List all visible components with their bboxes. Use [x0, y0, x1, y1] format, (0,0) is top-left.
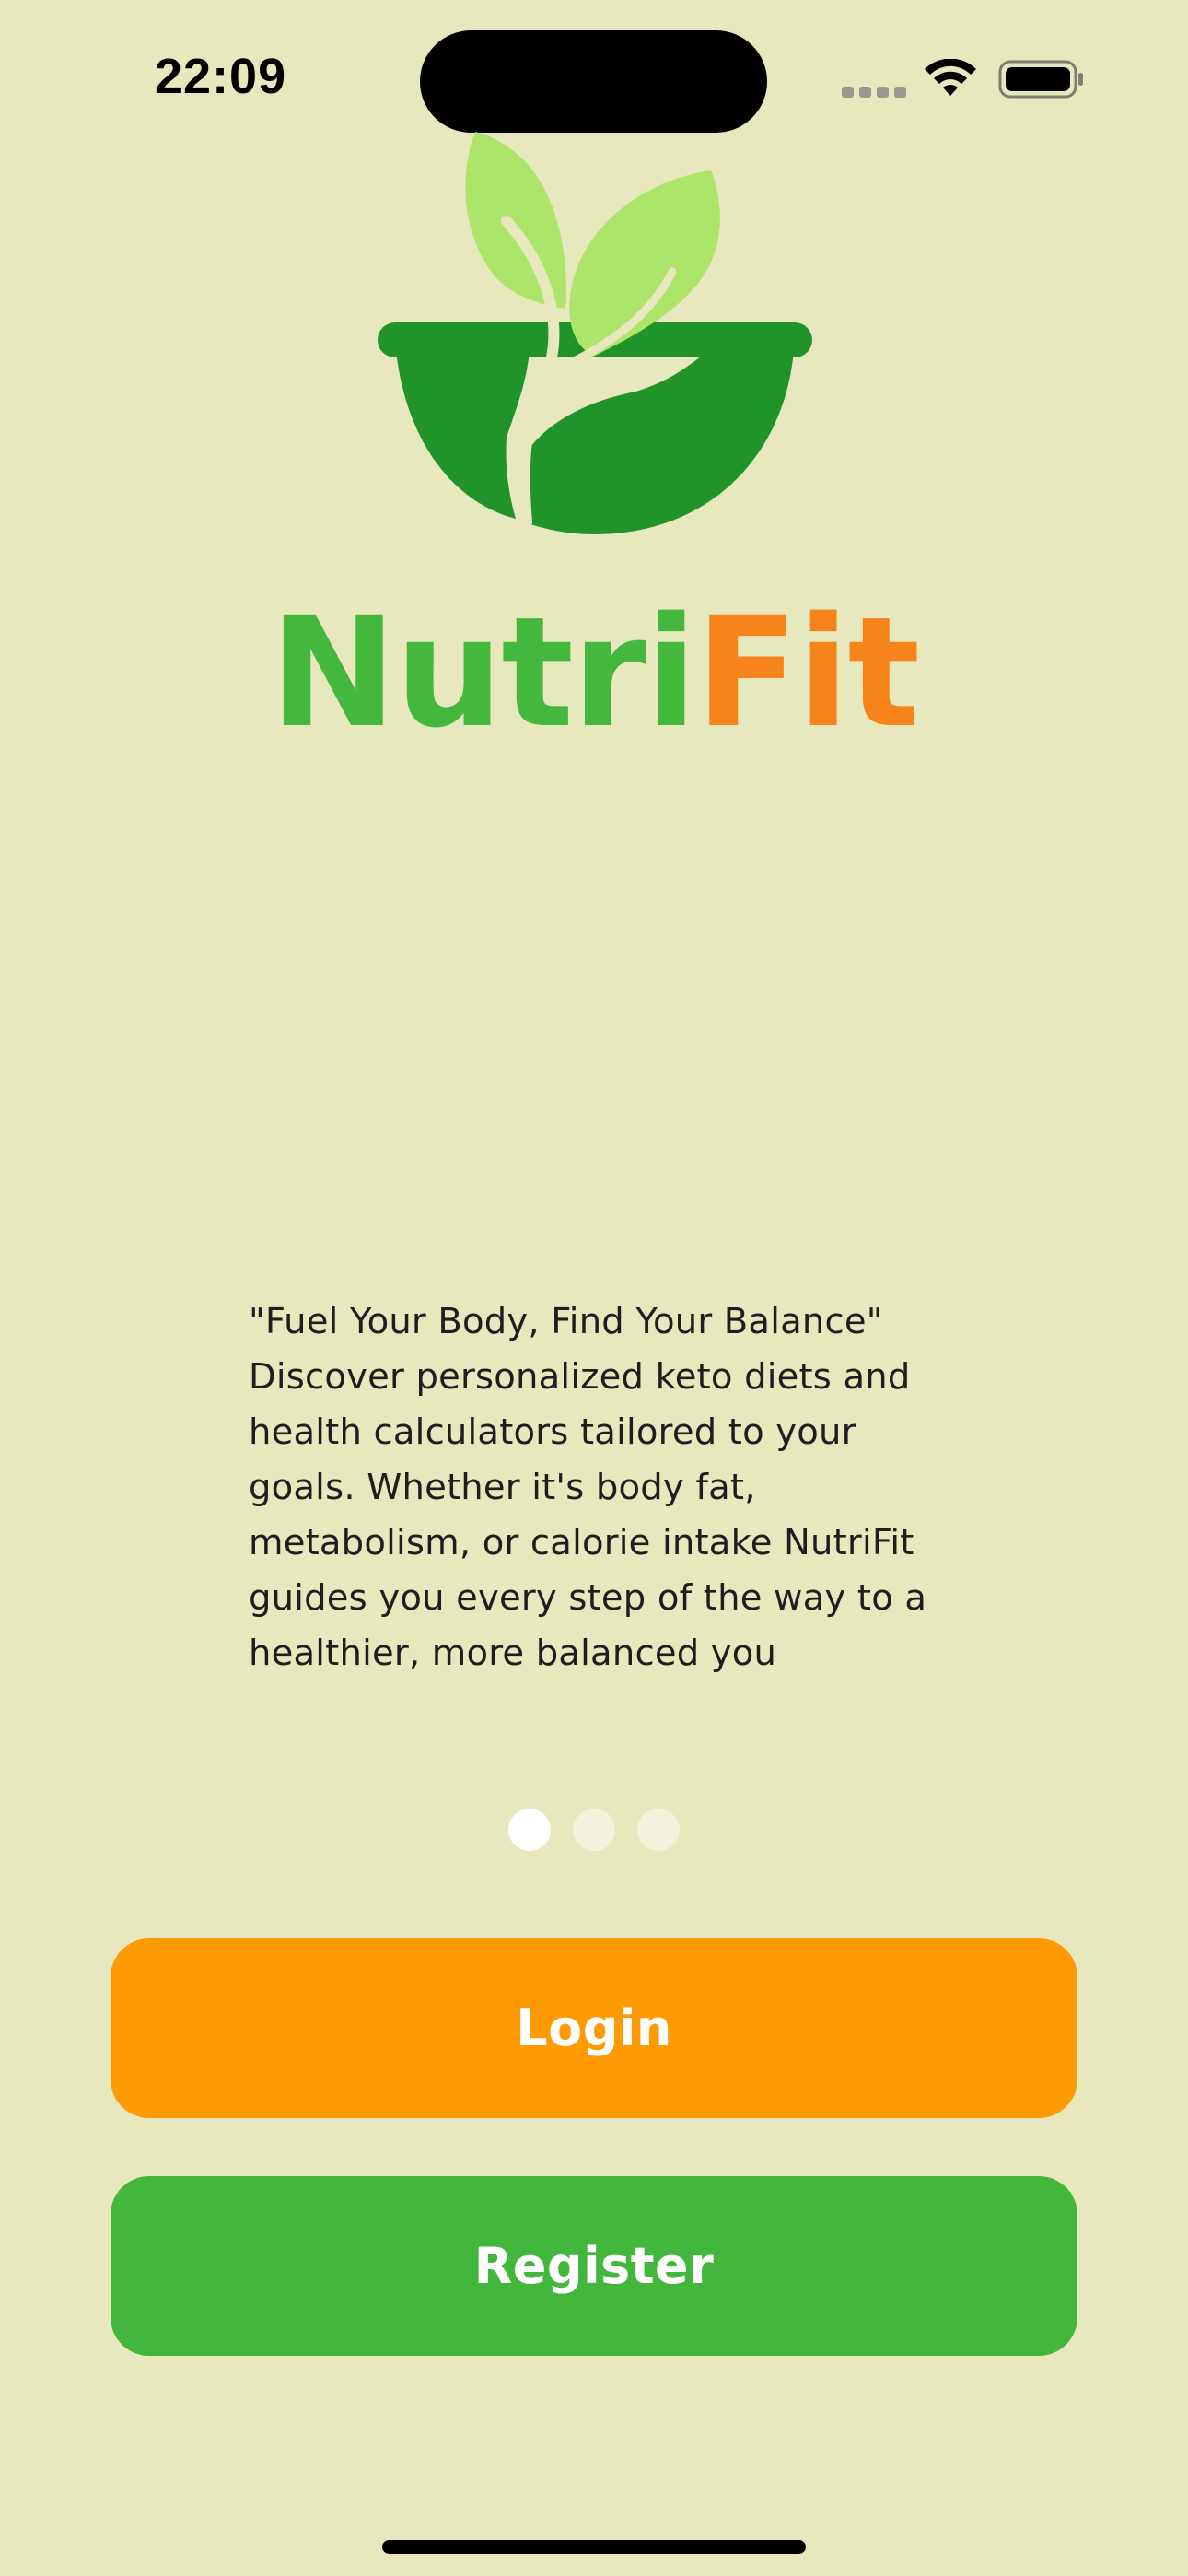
- intro-line: "Fuel Your Body, Find Your Balance": [249, 1301, 883, 1342]
- wifi-icon: [925, 59, 976, 96]
- page-dot-3[interactable]: [637, 1809, 680, 1851]
- status-time: 22:09: [155, 49, 287, 104]
- app-title: NutriFit: [0, 590, 1188, 755]
- intro-line: Discover personalized keto diets and: [249, 1356, 911, 1398]
- login-button[interactable]: Login: [111, 1938, 1077, 2118]
- app-title-part2: Fit: [695, 584, 920, 761]
- register-button[interactable]: Register: [111, 2176, 1077, 2356]
- page-indicator: [0, 1809, 1188, 1851]
- intro-line: goals. Whether it's body fat,: [249, 1467, 756, 1508]
- intro-line: healthier, more balanced you: [249, 1633, 777, 1674]
- intro-line: metabolism, or calorie intake NutriFit: [249, 1522, 914, 1563]
- intro-line: guides you every step of the way to a: [249, 1577, 927, 1619]
- page-dot-1[interactable]: [508, 1809, 551, 1851]
- app-title-part1: Nutri: [269, 584, 697, 761]
- intro-text: "Fuel Your Body, Find Your Balance" Disc…: [249, 1294, 949, 1681]
- signal-icon: [842, 87, 906, 98]
- page-dot-2[interactable]: [573, 1809, 615, 1851]
- home-indicator[interactable]: [382, 2540, 806, 2554]
- battery-icon: [998, 60, 1083, 99]
- intro-line: health calculators tailored to your: [249, 1411, 856, 1453]
- bowl-with-leaves-icon: [378, 132, 812, 534]
- dynamic-island: [420, 30, 767, 133]
